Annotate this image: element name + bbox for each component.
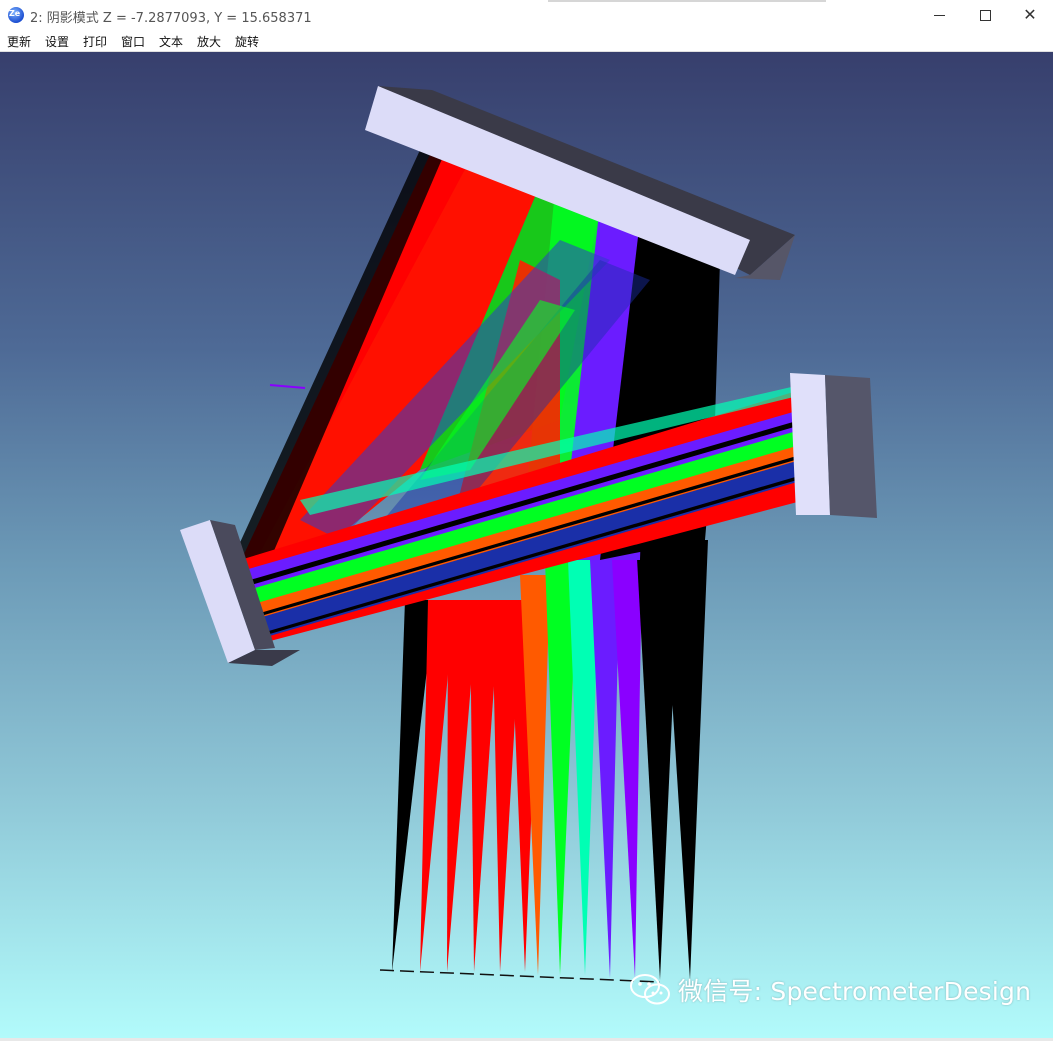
- menu-update[interactable]: 更新: [7, 33, 31, 50]
- app-icon[interactable]: Ze: [8, 7, 24, 23]
- wechat-icon: [628, 972, 672, 1008]
- menu-rotate[interactable]: 旋转: [235, 33, 259, 50]
- close-button[interactable]: ✕: [1007, 0, 1053, 30]
- menu-text[interactable]: 文本: [159, 33, 183, 50]
- close-icon: ✕: [1023, 5, 1037, 24]
- maximize-icon: [979, 9, 991, 21]
- title-bar-shade: [548, 0, 826, 2]
- menu-print[interactable]: 打印: [83, 33, 107, 50]
- detector-ray-fans: [392, 540, 708, 980]
- optical-layout-render: [180, 86, 877, 983]
- watermark-text: 微信号: SpectrometerDesign: [678, 977, 1032, 1006]
- title-bar: Ze 2: 阴影模式 Z = -7.2877093, Y = 15.658371…: [0, 0, 1053, 30]
- menu-zoom[interactable]: 放大: [197, 33, 221, 50]
- right-mirror: [790, 373, 877, 518]
- shaded-model-viewport[interactable]: [0, 52, 1053, 1038]
- menu-window[interactable]: 窗口: [121, 33, 145, 50]
- window-title: 2: 阴影模式 Z = -7.2877093, Y = 15.658371: [30, 11, 312, 26]
- maximize-button[interactable]: [962, 0, 1008, 30]
- app-icon-label: Ze: [9, 9, 21, 18]
- wechat-watermark: 微信号: SpectrometerDesign: [628, 972, 1031, 1008]
- menu-settings[interactable]: 设置: [45, 33, 69, 50]
- minimize-icon: [933, 14, 945, 16]
- menu-bar: 更新 设置 打印 窗口 文本 放大 旋转: [0, 30, 1053, 52]
- detector-plane: [379, 969, 661, 983]
- minimize-button[interactable]: [916, 0, 962, 30]
